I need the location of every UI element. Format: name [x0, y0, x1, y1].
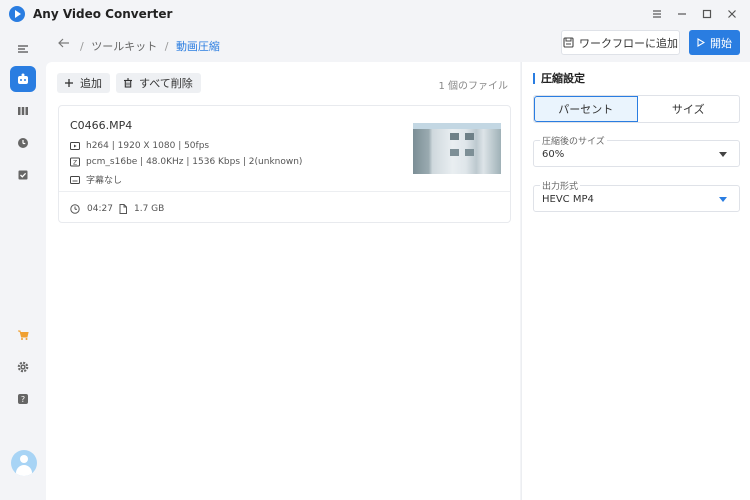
plus-icon: [64, 78, 74, 88]
card-divider: [59, 191, 510, 192]
chevron-down-icon: [719, 197, 727, 202]
title-bar: Any Video Converter: [0, 0, 750, 28]
history-icon[interactable]: [10, 130, 36, 156]
compressed-size-select[interactable]: 圧縮後のサイズ 60%: [533, 134, 740, 167]
menu-icon[interactable]: [645, 2, 669, 26]
video-info: h264 | 1920 X 1080 | 50fps: [70, 141, 209, 151]
file-name: C0466.MP4: [70, 119, 133, 132]
start-button[interactable]: 開始: [689, 30, 740, 55]
output-format-value: HEVC MP4: [542, 194, 594, 205]
delete-all-button[interactable]: すべて削除: [116, 73, 201, 93]
window-controls: [645, 0, 750, 28]
video-icon: [70, 141, 80, 151]
help-icon[interactable]: ?: [10, 386, 36, 412]
subtitle-info: 字幕なし: [70, 173, 122, 186]
compression-settings-panel: 圧縮設定 パーセント サイズ 圧縮後のサイズ 60% 出力形式 HEVC MP4: [521, 62, 750, 500]
mode-size[interactable]: サイズ: [638, 96, 740, 122]
svg-text:?: ?: [21, 395, 25, 404]
audio-icon: Z: [70, 157, 80, 167]
play-icon: [697, 38, 705, 47]
add-button[interactable]: 追加: [57, 73, 110, 93]
breadcrumb: / ツールキット / 動画圧縮: [80, 40, 220, 53]
minimize-icon[interactable]: [670, 2, 694, 26]
breadcrumb-current: 動画圧縮: [175, 40, 220, 53]
back-arrow-icon[interactable]: [58, 36, 70, 52]
header: / ツールキット / 動画圧縮 ワークフローに追加 開始: [46, 28, 750, 62]
avatar[interactable]: [11, 450, 37, 476]
cart-icon[interactable]: [10, 322, 36, 348]
output-format-select[interactable]: 出力形式 HEVC MP4: [533, 179, 740, 212]
workflow-icon: [563, 37, 574, 48]
gear-icon[interactable]: [10, 354, 36, 380]
clock-icon: [70, 204, 80, 214]
file-icon: [119, 204, 127, 214]
library-icon[interactable]: [10, 98, 36, 124]
app-title: Any Video Converter: [33, 7, 173, 21]
compression-mode-toggle: パーセント サイズ: [533, 95, 740, 123]
compressed-size-label: 圧縮後のサイズ: [540, 134, 607, 147]
size-info: 1.7 GB: [119, 204, 164, 214]
settings-title: 圧縮設定: [533, 73, 585, 84]
mode-percent[interactable]: パーセント: [534, 96, 638, 122]
maximize-icon[interactable]: [695, 2, 719, 26]
compressed-size-value: 60%: [542, 149, 565, 160]
trash-icon: [123, 78, 133, 88]
chevron-down-icon: [719, 152, 727, 157]
breadcrumb-toolkit[interactable]: ツールキット: [91, 40, 157, 53]
subtitle-icon: [70, 175, 80, 185]
toolbox-icon[interactable]: [10, 66, 36, 92]
duration-info: 04:27: [70, 204, 113, 214]
file-card[interactable]: C0466.MP4 h264 | 1920 X 1080 | 50fps Z p…: [58, 105, 511, 223]
svg-text:Z: Z: [73, 160, 77, 167]
close-icon[interactable]: [720, 2, 744, 26]
app-logo-icon: [9, 6, 25, 22]
file-list-panel: 追加 すべて削除 1 個のファイル C0466.MP4 h264 | 1920 …: [46, 62, 520, 500]
sidebar-collapse-icon[interactable]: [10, 36, 36, 62]
output-format-label: 出力形式: [540, 179, 581, 192]
add-to-workflow-button[interactable]: ワークフローに追加: [561, 30, 680, 55]
sidebar: ?: [0, 28, 46, 500]
file-count: 1 個のファイル: [438, 81, 508, 92]
audio-info: Z pcm_s16be | 48.0KHz | 1536 Kbps | 2(un…: [70, 157, 302, 167]
video-thumbnail[interactable]: [413, 123, 501, 174]
task-icon[interactable]: [10, 162, 36, 188]
